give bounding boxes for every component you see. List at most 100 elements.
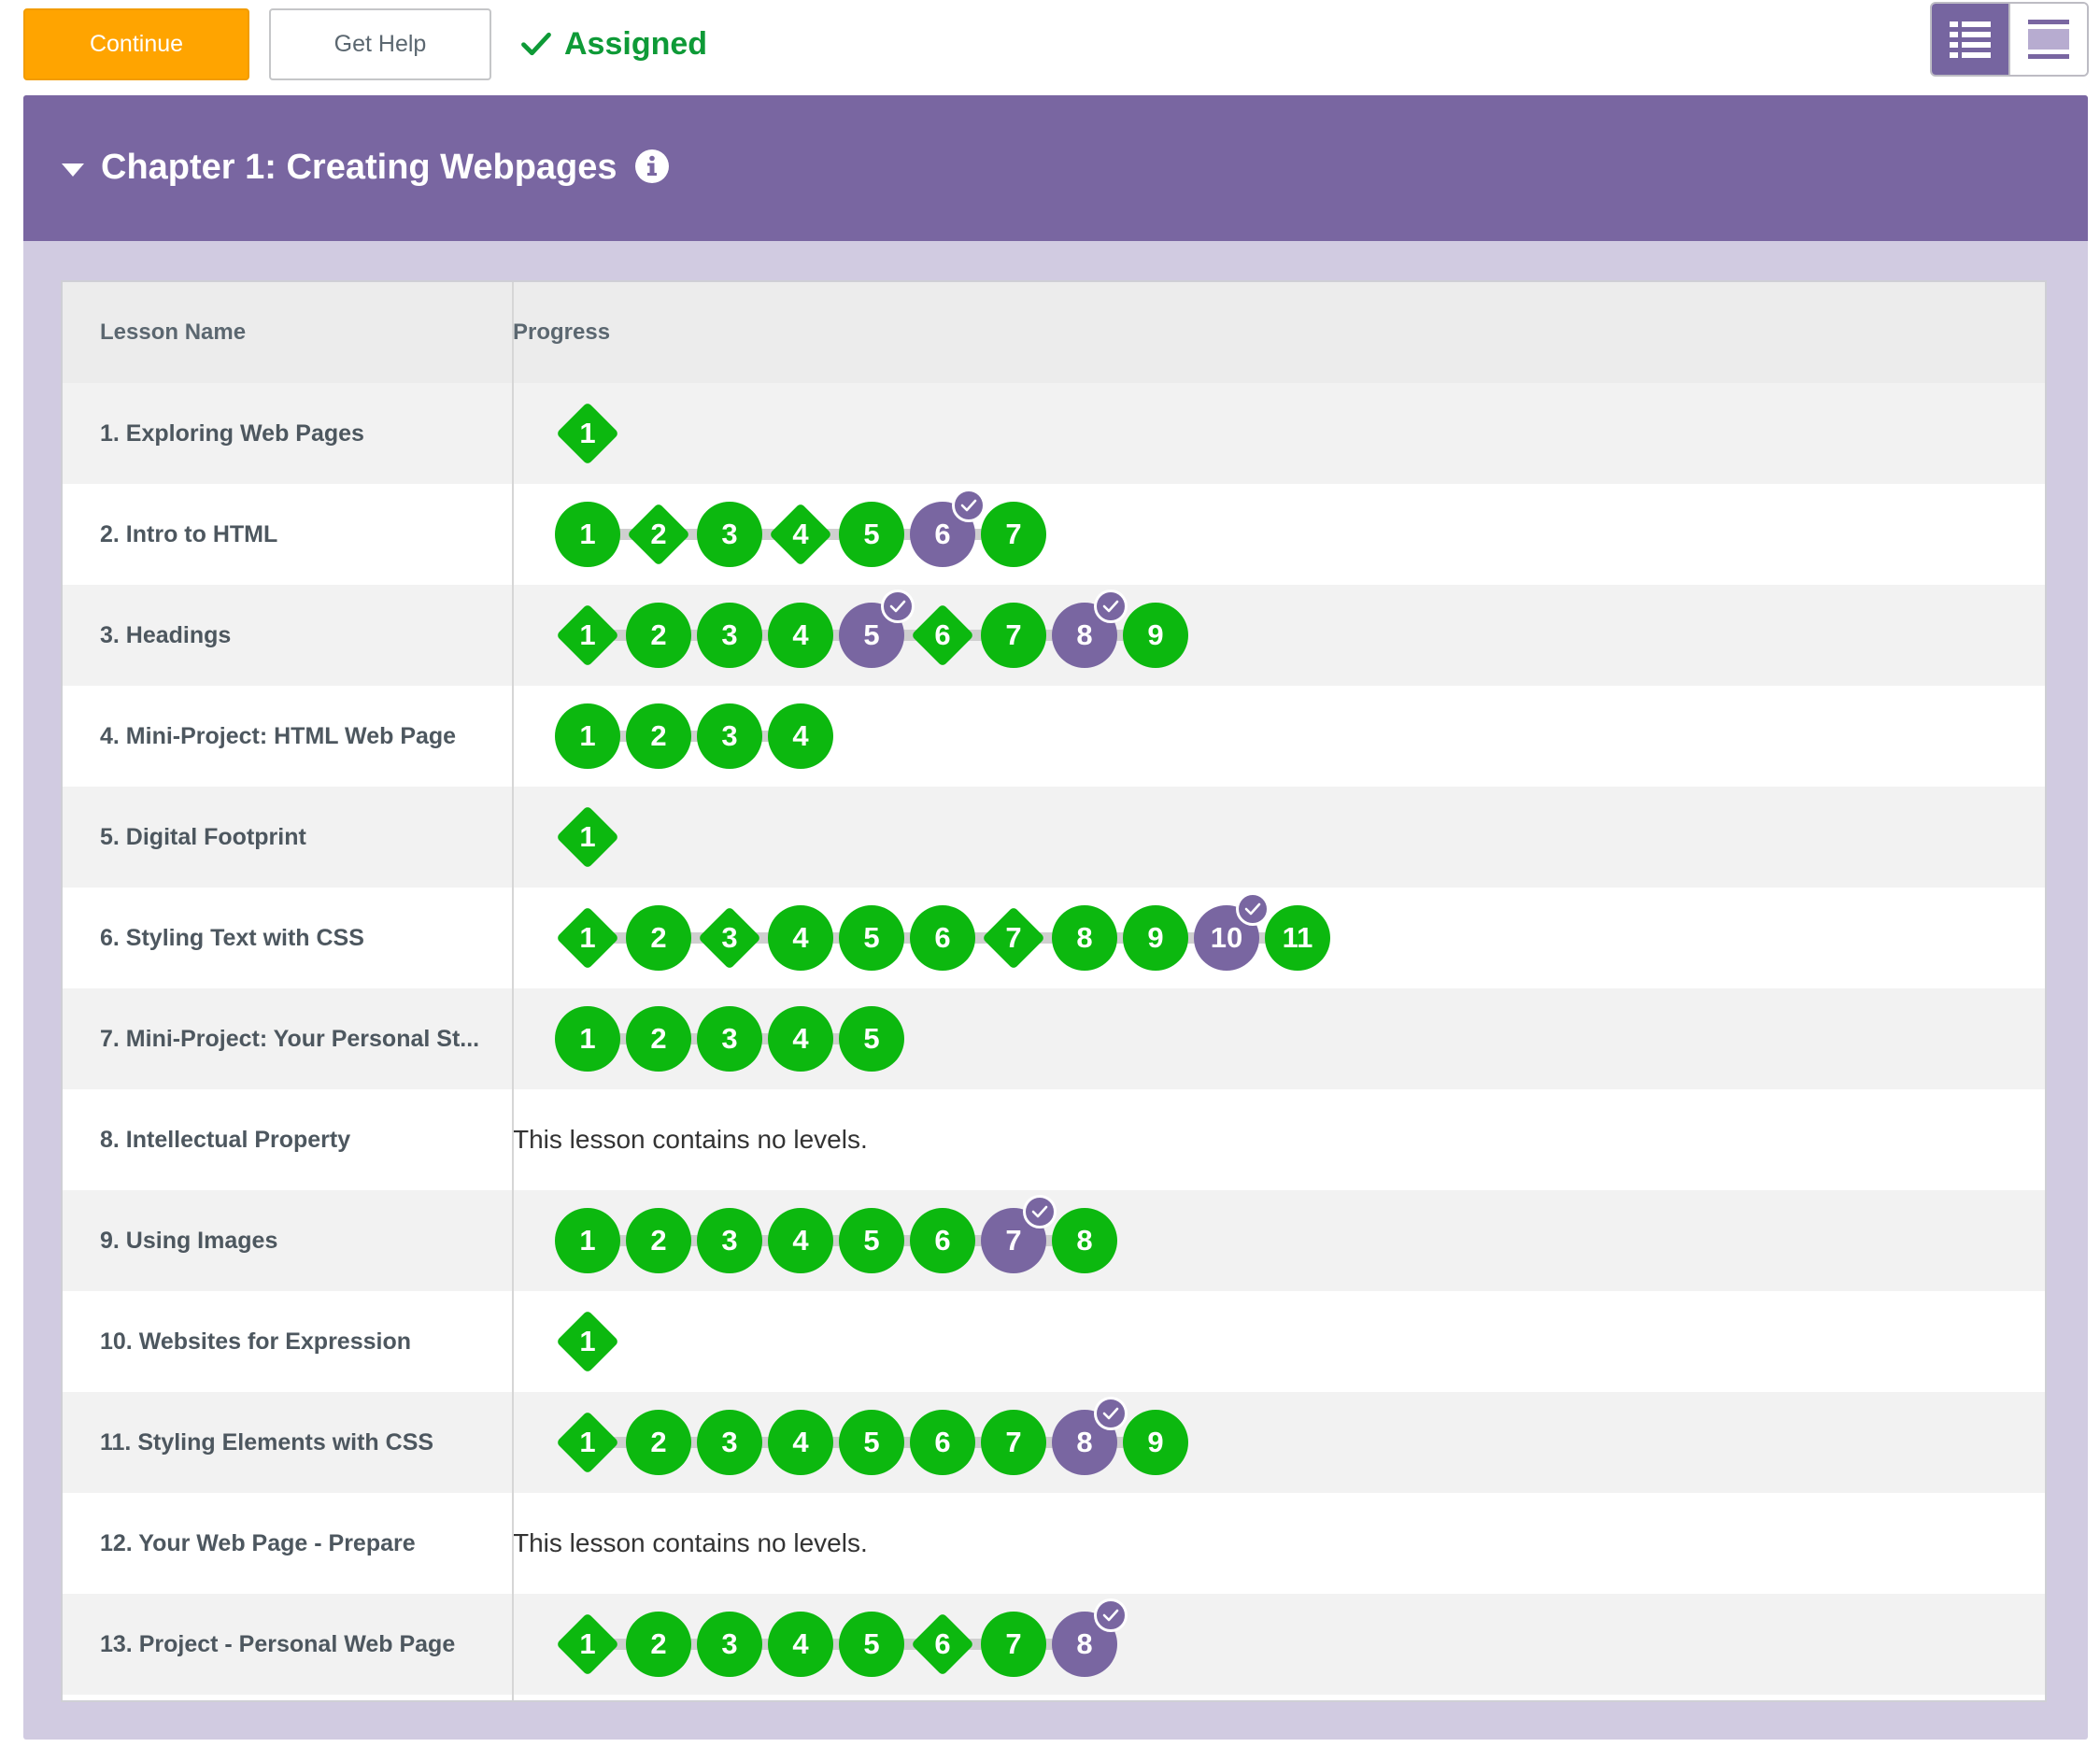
level-bubble[interactable]: 7	[981, 1612, 1046, 1677]
level-number: 1	[579, 518, 596, 550]
level-bubble[interactable]: 7	[981, 603, 1046, 668]
lesson-name-link[interactable]: 10. Websites for Expression	[100, 1291, 411, 1392]
level-bubble[interactable]: 8	[1052, 589, 1128, 668]
level-bubble[interactable]: 5	[839, 1208, 904, 1273]
checkmark-icon	[521, 32, 551, 56]
info-icon[interactable]	[634, 149, 670, 184]
level-bubble[interactable]: 3	[697, 905, 762, 971]
lesson-name-link[interactable]: 5. Digital Footprint	[100, 787, 306, 888]
level-bubble[interactable]: 4	[768, 703, 833, 769]
level-number: 8	[1076, 1426, 1093, 1458]
level-bubble[interactable]: 5	[839, 502, 904, 567]
lesson-name-link[interactable]: 9. Using Images	[100, 1190, 277, 1291]
level-bubble[interactable]: 6	[910, 905, 975, 971]
level-bubble[interactable]: 4	[768, 502, 833, 567]
level-bubble[interactable]: 2	[626, 603, 691, 668]
table-row: 5. Digital Footprint 1	[63, 787, 2045, 888]
level-bubble[interactable]: 5	[839, 1006, 904, 1072]
level-bubble[interactable]: 5	[839, 589, 915, 668]
level-number: 5	[863, 518, 880, 550]
level-bubble[interactable]: 9	[1123, 1410, 1188, 1475]
lesson-name-link[interactable]: 3. Headings	[100, 585, 231, 686]
level-bubble[interactable]: 2	[626, 1006, 691, 1072]
lesson-name-link[interactable]: 4. Mini-Project: HTML Web Page	[100, 686, 456, 787]
level-bubble[interactable]: 7	[981, 1410, 1046, 1475]
lesson-name-link[interactable]: 1. Exploring Web Pages	[100, 383, 364, 484]
level-bubble[interactable]: 9	[1123, 603, 1188, 668]
level-bubble[interactable]: 9	[1123, 905, 1188, 971]
level-bubble[interactable]: 8	[1052, 1208, 1117, 1273]
level-bubble[interactable]: 1	[555, 401, 620, 466]
level-bubble[interactable]: 8	[1052, 1598, 1128, 1677]
level-number: 9	[1147, 618, 1164, 651]
lesson-name-link[interactable]: 2. Intro to HTML	[100, 484, 277, 585]
level-bubble[interactable]: 4	[768, 1006, 833, 1072]
summary-view-button[interactable]	[2008, 4, 2087, 75]
level-bubble[interactable]: 6	[910, 489, 986, 567]
level-bubble[interactable]: 8	[1052, 1397, 1128, 1475]
level-bubble[interactable]: 1	[555, 1612, 620, 1677]
level-bubble[interactable]: 7	[981, 1195, 1057, 1273]
level-bubble[interactable]: 1	[555, 1208, 620, 1273]
lesson-name-link[interactable]: 8. Intellectual Property	[100, 1089, 350, 1190]
level-bubble[interactable]: 1	[555, 804, 620, 870]
level-number: 3	[721, 1224, 738, 1257]
level-bubble[interactable]: 2	[626, 1612, 691, 1677]
level-bubble[interactable]: 2	[626, 1410, 691, 1475]
level-bubble[interactable]: 4	[768, 1410, 833, 1475]
level-bubble[interactable]: 10	[1194, 892, 1270, 971]
detail-view-button[interactable]	[1932, 4, 2008, 75]
level-bubble[interactable]: 1	[555, 1006, 620, 1072]
level-bubble[interactable]: 5	[839, 1410, 904, 1475]
level-bubble[interactable]: 4	[768, 1208, 833, 1273]
level-bubble[interactable]: 3	[697, 1410, 762, 1475]
assessment-check-icon	[881, 589, 915, 623]
level-bubble[interactable]: 6	[910, 603, 975, 668]
level-bubble[interactable]: 3	[697, 1208, 762, 1273]
lesson-name-link[interactable]: 7. Mini-Project: Your Personal St...	[100, 988, 479, 1089]
level-bubble[interactable]: 11	[1265, 905, 1330, 971]
column-divider	[512, 282, 514, 1700]
level-bubble[interactable]: 3	[697, 502, 762, 567]
lesson-name-link[interactable]: 6. Styling Text with CSS	[100, 888, 364, 988]
table-row: 6. Styling Text with CSS 1 2 3 4 5 6 7 8 9 10 11	[63, 888, 2045, 988]
level-bubble[interactable]: 7	[981, 502, 1046, 567]
level-number: 7	[1005, 921, 1022, 954]
level-bubble[interactable]: 1	[555, 905, 620, 971]
level-bubble[interactable]: 3	[697, 1612, 762, 1677]
level-bubble[interactable]: 1	[555, 502, 620, 567]
level-bubble[interactable]: 2	[626, 905, 691, 971]
level-number: 3	[721, 618, 738, 651]
level-bubble[interactable]: 2	[626, 703, 691, 769]
lesson-name-link[interactable]: 13. Project - Personal Web Page	[100, 1594, 455, 1695]
level-number: 8	[1076, 921, 1093, 954]
level-bubble[interactable]: 1	[555, 1309, 620, 1374]
level-bubble[interactable]: 2	[626, 502, 691, 567]
level-bubble[interactable]: 7	[981, 905, 1046, 971]
caret-down-icon[interactable]	[61, 163, 85, 178]
level-bubble[interactable]: 3	[697, 603, 762, 668]
level-bubble[interactable]: 5	[839, 1612, 904, 1677]
level-bubble[interactable]: 3	[697, 1006, 762, 1072]
level-bubble[interactable]: 2	[626, 1208, 691, 1273]
lesson-name-link[interactable]: 11. Styling Elements with CSS	[100, 1392, 433, 1493]
level-bubble[interactable]: 6	[910, 1208, 975, 1273]
level-bubble[interactable]: 8	[1052, 905, 1117, 971]
level-number: 1	[579, 1426, 596, 1458]
level-bubble[interactable]: 6	[910, 1410, 975, 1475]
level-bubble[interactable]: 5	[839, 905, 904, 971]
level-bubble[interactable]: 1	[555, 703, 620, 769]
level-bubble[interactable]: 4	[768, 603, 833, 668]
continue-button[interactable]: Continue	[23, 8, 249, 80]
level-bubble[interactable]: 1	[555, 603, 620, 668]
chapter-header[interactable]: Chapter 1: Creating Webpages	[23, 95, 2088, 241]
level-bubble[interactable]: 1	[555, 1410, 620, 1475]
level-number: 6	[934, 618, 951, 651]
level-bubble[interactable]: 4	[768, 905, 833, 971]
level-bubble[interactable]: 6	[910, 1612, 975, 1677]
level-bubble[interactable]: 4	[768, 1612, 833, 1677]
lesson-name-link[interactable]: 12. Your Web Page - Prepare	[100, 1493, 416, 1594]
level-number: 8	[1076, 1224, 1093, 1257]
get-help-button[interactable]: Get Help	[269, 8, 491, 80]
level-bubble[interactable]: 3	[697, 703, 762, 769]
